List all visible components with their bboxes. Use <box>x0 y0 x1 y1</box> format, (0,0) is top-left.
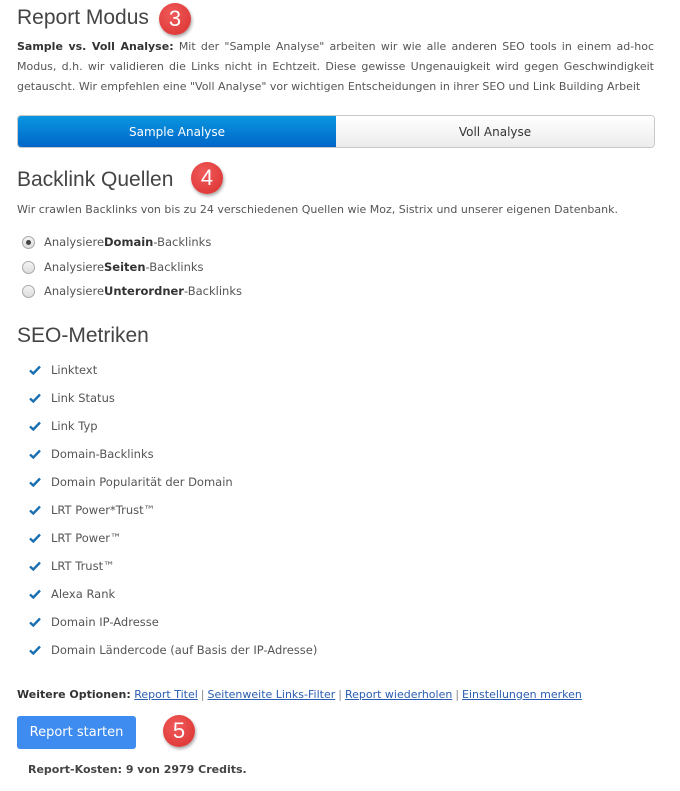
metric-label: LRT Power*Trust™ <box>51 503 156 517</box>
report-cost: Report-Kosten: 9 von 2979 Credits. <box>28 763 247 776</box>
checkmark-icon <box>29 449 41 459</box>
metric-item: Domain-Backlinks <box>29 447 154 461</box>
radio-label-suffix: -Backlinks <box>183 284 242 298</box>
report-mode-description: Sample vs. Voll Analyse: Mit der "Sample… <box>17 37 654 97</box>
metric-item: Domain Ländercode (auf Basis der IP-Adre… <box>29 643 317 657</box>
step-badge-4: 4 <box>191 162 223 194</box>
checkmark-icon <box>29 365 41 375</box>
link-einstellungen-merken[interactable]: Einstellungen merken <box>462 688 582 701</box>
link-report-titel[interactable]: Report Titel <box>134 688 198 701</box>
separator: | <box>338 688 342 701</box>
radio-label-prefix: Analysiere <box>44 284 105 298</box>
radio-domain-backlinks[interactable]: Analysiere Domain -Backlinks <box>22 235 211 249</box>
metric-label: Domain Popularität der Domain <box>51 475 233 489</box>
radio-button[interactable] <box>22 235 35 249</box>
checkmark-icon <box>29 477 41 487</box>
checkmark-icon <box>29 393 41 403</box>
metric-item: LRT Power*Trust™ <box>29 503 155 517</box>
separator: | <box>200 688 205 701</box>
radio-label-bold: Seiten <box>104 260 146 274</box>
report-starten-button[interactable]: Report starten <box>17 716 136 749</box>
radio-button[interactable] <box>22 260 35 274</box>
radio-label-suffix: -Backlinks <box>145 260 204 274</box>
seo-metrics-title: SEO-Metriken <box>17 324 149 347</box>
metric-label: Link Typ <box>51 419 98 433</box>
metric-label: Domain Ländercode (auf Basis der IP-Adre… <box>51 643 318 657</box>
metric-label: Domain IP-Adresse <box>51 615 159 629</box>
metric-label: LRT Power™ <box>51 531 122 545</box>
checkmark-icon <box>29 617 41 627</box>
radio-label-prefix: Analysiere <box>44 260 105 274</box>
metric-label: Linktext <box>51 363 98 377</box>
checkmark-icon <box>29 533 41 543</box>
metric-item: LRT Power™ <box>29 531 122 545</box>
checkmark-icon <box>29 561 41 571</box>
backlink-sources-title: Backlink Quellen <box>17 168 174 191</box>
radio-label-prefix: Analysiere <box>44 235 105 249</box>
metric-label: Alexa Rank <box>51 587 116 601</box>
metric-item: Link Status <box>29 391 115 405</box>
link-seitenweite-links-filter[interactable]: Seitenweite Links-Filter <box>208 688 336 701</box>
metric-item: LRT Trust™ <box>29 559 115 573</box>
checkmark-icon <box>29 505 41 515</box>
step-badge-3: 3 <box>159 3 191 35</box>
checkmark-icon <box>29 421 41 431</box>
separator: | <box>455 688 460 701</box>
more-options: Weitere Optionen: Report Titel | Seitenwei… <box>17 688 582 701</box>
more-options-label: Weitere Optionen: <box>17 688 131 701</box>
backlink-sources-description: Wir crawlen Backlinks von bis zu 24 vers… <box>17 203 618 216</box>
step-badge-5: 5 <box>163 715 195 747</box>
metric-item: Domain Popularität der Domain <box>29 475 233 489</box>
metric-label: LRT Trust™ <box>51 559 115 573</box>
report-mode-title: Report Modus <box>17 6 149 29</box>
radio-label-bold: Domain <box>104 235 154 249</box>
metric-item: Domain IP-Adresse <box>29 615 159 629</box>
metric-item: Link Typ <box>29 419 98 433</box>
metric-label: Domain-Backlinks <box>51 447 154 461</box>
radio-unterordner-backlinks[interactable]: Analysiere Unterordner -Backlinks <box>22 284 242 298</box>
metric-item: Linktext <box>29 363 97 377</box>
link-report-wiederholen[interactable]: Report wiederholen <box>345 688 452 701</box>
checkmark-icon <box>29 589 41 599</box>
radio-button[interactable] <box>22 284 35 298</box>
radio-seiten-backlinks[interactable]: Analysiere Seiten -Backlinks <box>22 260 204 274</box>
checkmark-icon <box>29 645 41 655</box>
analysis-mode-toggle: Sample Analyse Voll Analyse <box>17 115 655 148</box>
voll-analyse-option[interactable]: Voll Analyse <box>336 116 654 147</box>
radio-label-suffix: -Backlinks <box>153 235 212 249</box>
sample-analyse-option[interactable]: Sample Analyse <box>18 116 336 147</box>
metric-label: Link Status <box>51 391 115 405</box>
radio-label-bold: Unterordner <box>104 284 184 298</box>
description-label: Sample vs. Voll Analyse: <box>17 40 174 53</box>
metric-item: Alexa Rank <box>29 587 115 601</box>
